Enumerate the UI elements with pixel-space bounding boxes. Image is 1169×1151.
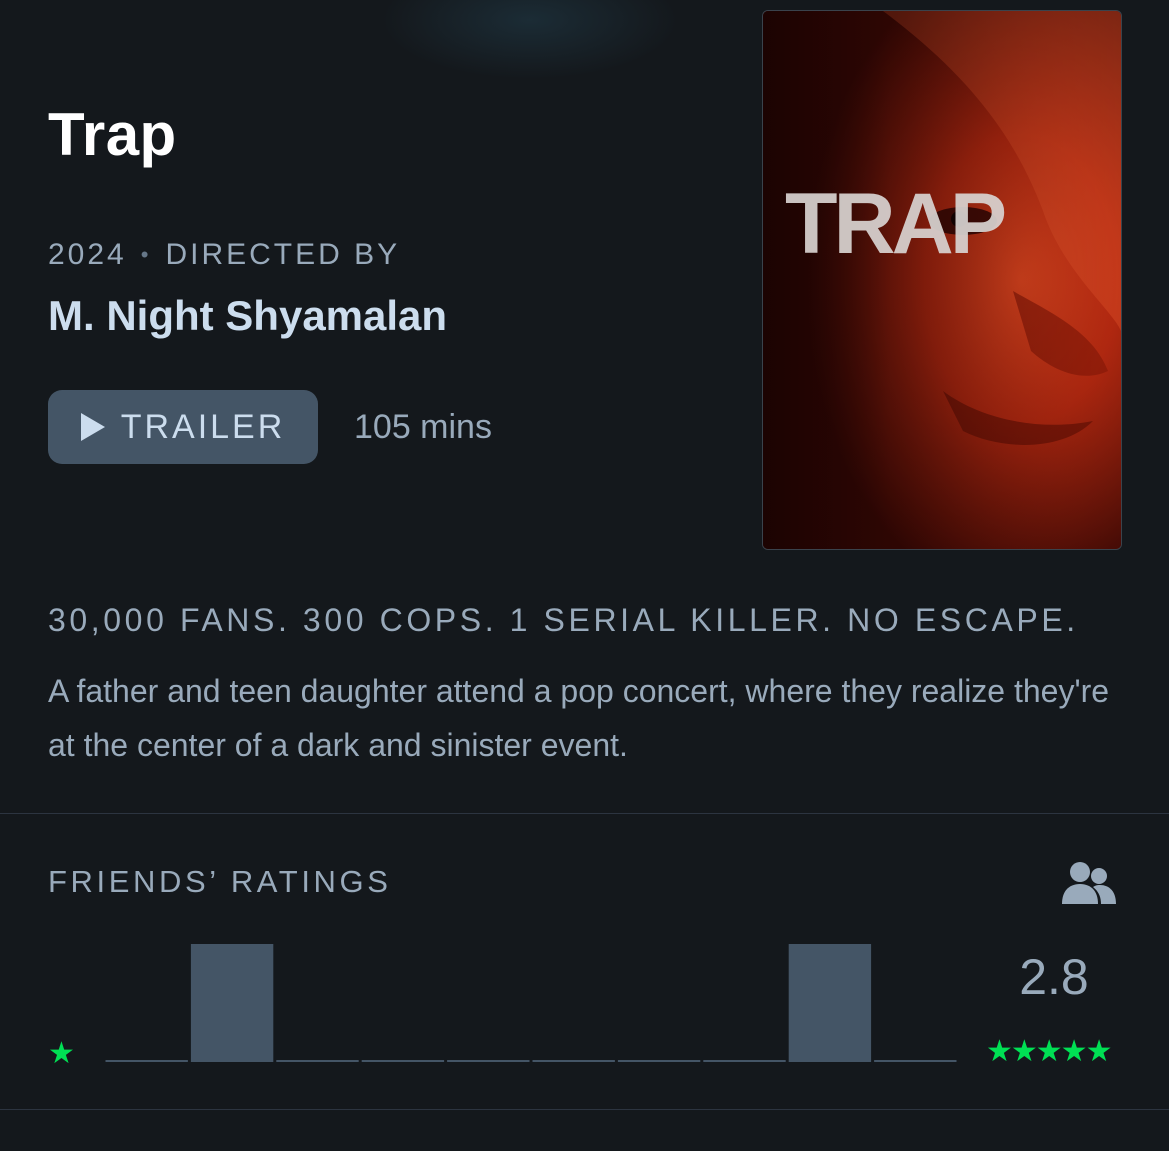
- histogram-bar[interactable]: [105, 1060, 188, 1062]
- histogram-bar[interactable]: [874, 1060, 957, 1062]
- histogram-bar[interactable]: [190, 944, 274, 1062]
- film-page: Trap 2024 • DIRECTED BY M. Night Shyamal…: [0, 0, 1169, 1151]
- max-rating-stars: ★★★★★: [986, 1035, 1112, 1068]
- meta-separator: •: [140, 242, 152, 267]
- backdrop-image: [380, 0, 680, 80]
- histogram-bar[interactable]: [617, 1060, 701, 1062]
- histogram-bar[interactable]: [703, 1060, 786, 1062]
- film-poster[interactable]: TRAP: [762, 10, 1122, 550]
- trailer-button[interactable]: TRAILER: [48, 390, 318, 464]
- section-divider: [0, 813, 1169, 814]
- min-rating-star: ★: [48, 1037, 75, 1070]
- histogram-bar[interactable]: [361, 1060, 445, 1062]
- director-link[interactable]: M. Night Shyamalan: [48, 292, 447, 340]
- release-year[interactable]: 2024: [48, 238, 127, 272]
- poster-wordmark: TRAP: [785, 176, 1005, 272]
- ratings-histogram[interactable]: [104, 940, 958, 1062]
- poster-artwork: TRAP: [763, 11, 1121, 549]
- directed-by-label: DIRECTED BY: [165, 238, 401, 271]
- friends-ratings-heading[interactable]: FRIENDS’ RATINGS: [48, 864, 392, 900]
- trailer-label: TRAILER: [120, 407, 286, 446]
- histogram-bar[interactable]: [532, 1060, 615, 1062]
- film-title: Trap: [48, 101, 177, 168]
- average-rating[interactable]: 2.8: [988, 948, 1120, 1006]
- synopsis: A father and teen daughter attend a pop …: [48, 673, 1110, 763]
- film-meta: 2024 • DIRECTED BY: [48, 238, 400, 272]
- runtime: 105 mins: [354, 408, 492, 446]
- histogram-bar[interactable]: [447, 1060, 530, 1062]
- histogram-bar[interactable]: [276, 1060, 359, 1062]
- section-divider-bottom: [0, 1109, 1169, 1110]
- play-icon: [80, 413, 105, 441]
- friends-icon[interactable]: [1060, 860, 1118, 906]
- tagline: 30,000 FANS. 300 COPS. 1 SERIAL KILLER. …: [48, 602, 1079, 638]
- histogram-bar[interactable]: [788, 944, 872, 1062]
